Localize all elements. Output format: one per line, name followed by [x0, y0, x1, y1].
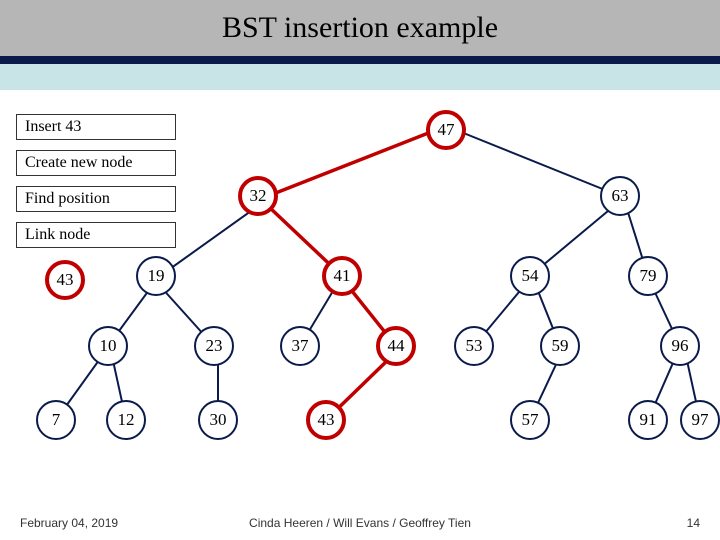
footer-date: February 04, 2019: [20, 516, 118, 530]
node-79: 79: [628, 256, 668, 296]
tree-canvas: 43 47 32 63 19 41 54 79 10 23 37 44 53 5…: [0, 0, 720, 540]
node-47: 47: [426, 110, 466, 150]
node-12: 12: [106, 400, 146, 440]
node-44: 44: [376, 326, 416, 366]
node-96: 96: [660, 326, 700, 366]
node-43: 43: [306, 400, 346, 440]
node-7: 7: [36, 400, 76, 440]
node-41: 41: [322, 256, 362, 296]
node-91: 91: [628, 400, 668, 440]
footer-authors: Cinda Heeren / Will Evans / Geoffrey Tie…: [249, 516, 471, 530]
node-37: 37: [280, 326, 320, 366]
node-57: 57: [510, 400, 550, 440]
node-63: 63: [600, 176, 640, 216]
edge-32-19: [160, 206, 258, 276]
edge-47-32: [268, 130, 436, 196]
node-10: 10: [88, 326, 128, 366]
node-54: 54: [510, 256, 550, 296]
footer: February 04, 2019 Cinda Heeren / Will Ev…: [0, 516, 720, 530]
footer-page: 14: [687, 516, 700, 530]
node-53: 53: [454, 326, 494, 366]
new-node-43: 43: [45, 260, 85, 300]
node-23: 23: [194, 326, 234, 366]
node-97: 97: [680, 400, 720, 440]
node-30: 30: [198, 400, 238, 440]
node-59: 59: [540, 326, 580, 366]
edge-47-63: [456, 130, 620, 196]
node-19: 19: [136, 256, 176, 296]
node-32: 32: [238, 176, 278, 216]
